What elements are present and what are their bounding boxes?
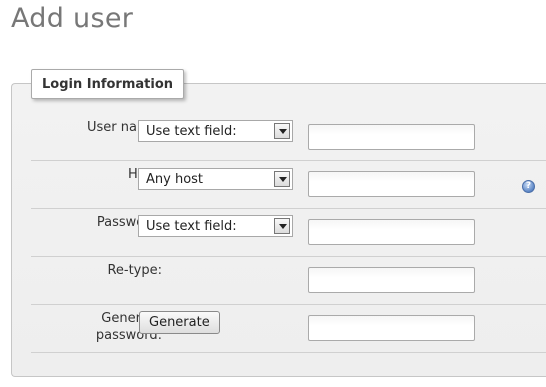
host-select-value: Any host xyxy=(146,172,204,187)
row-divider xyxy=(31,304,546,305)
page-title: Add user xyxy=(11,3,134,34)
row-divider xyxy=(31,160,546,161)
host-select[interactable]: Any host xyxy=(138,168,293,190)
row-divider xyxy=(31,256,546,257)
dropdown-arrow-icon[interactable] xyxy=(274,218,290,234)
retype-label: Re-type: xyxy=(107,263,162,278)
password-input[interactable] xyxy=(308,219,475,245)
dropdown-arrow-icon[interactable] xyxy=(274,123,290,139)
fieldset-legend: Login Information xyxy=(31,69,185,99)
retype-password-input[interactable] xyxy=(308,267,475,293)
username-input[interactable] xyxy=(308,124,475,150)
dropdown-arrow-icon[interactable] xyxy=(274,171,290,187)
host-input[interactable] xyxy=(308,171,475,197)
password-type-value: Use text field: xyxy=(146,219,237,234)
username-type-value: Use text field: xyxy=(146,124,237,139)
row-divider xyxy=(31,208,546,209)
row-divider xyxy=(31,352,546,353)
username-type-select[interactable]: Use text field: xyxy=(138,120,293,142)
password-type-select[interactable]: Use text field: xyxy=(138,215,293,237)
help-icon[interactable]: ? xyxy=(522,180,535,193)
generated-password-input[interactable] xyxy=(308,315,475,341)
generate-button[interactable]: Generate xyxy=(139,311,220,334)
